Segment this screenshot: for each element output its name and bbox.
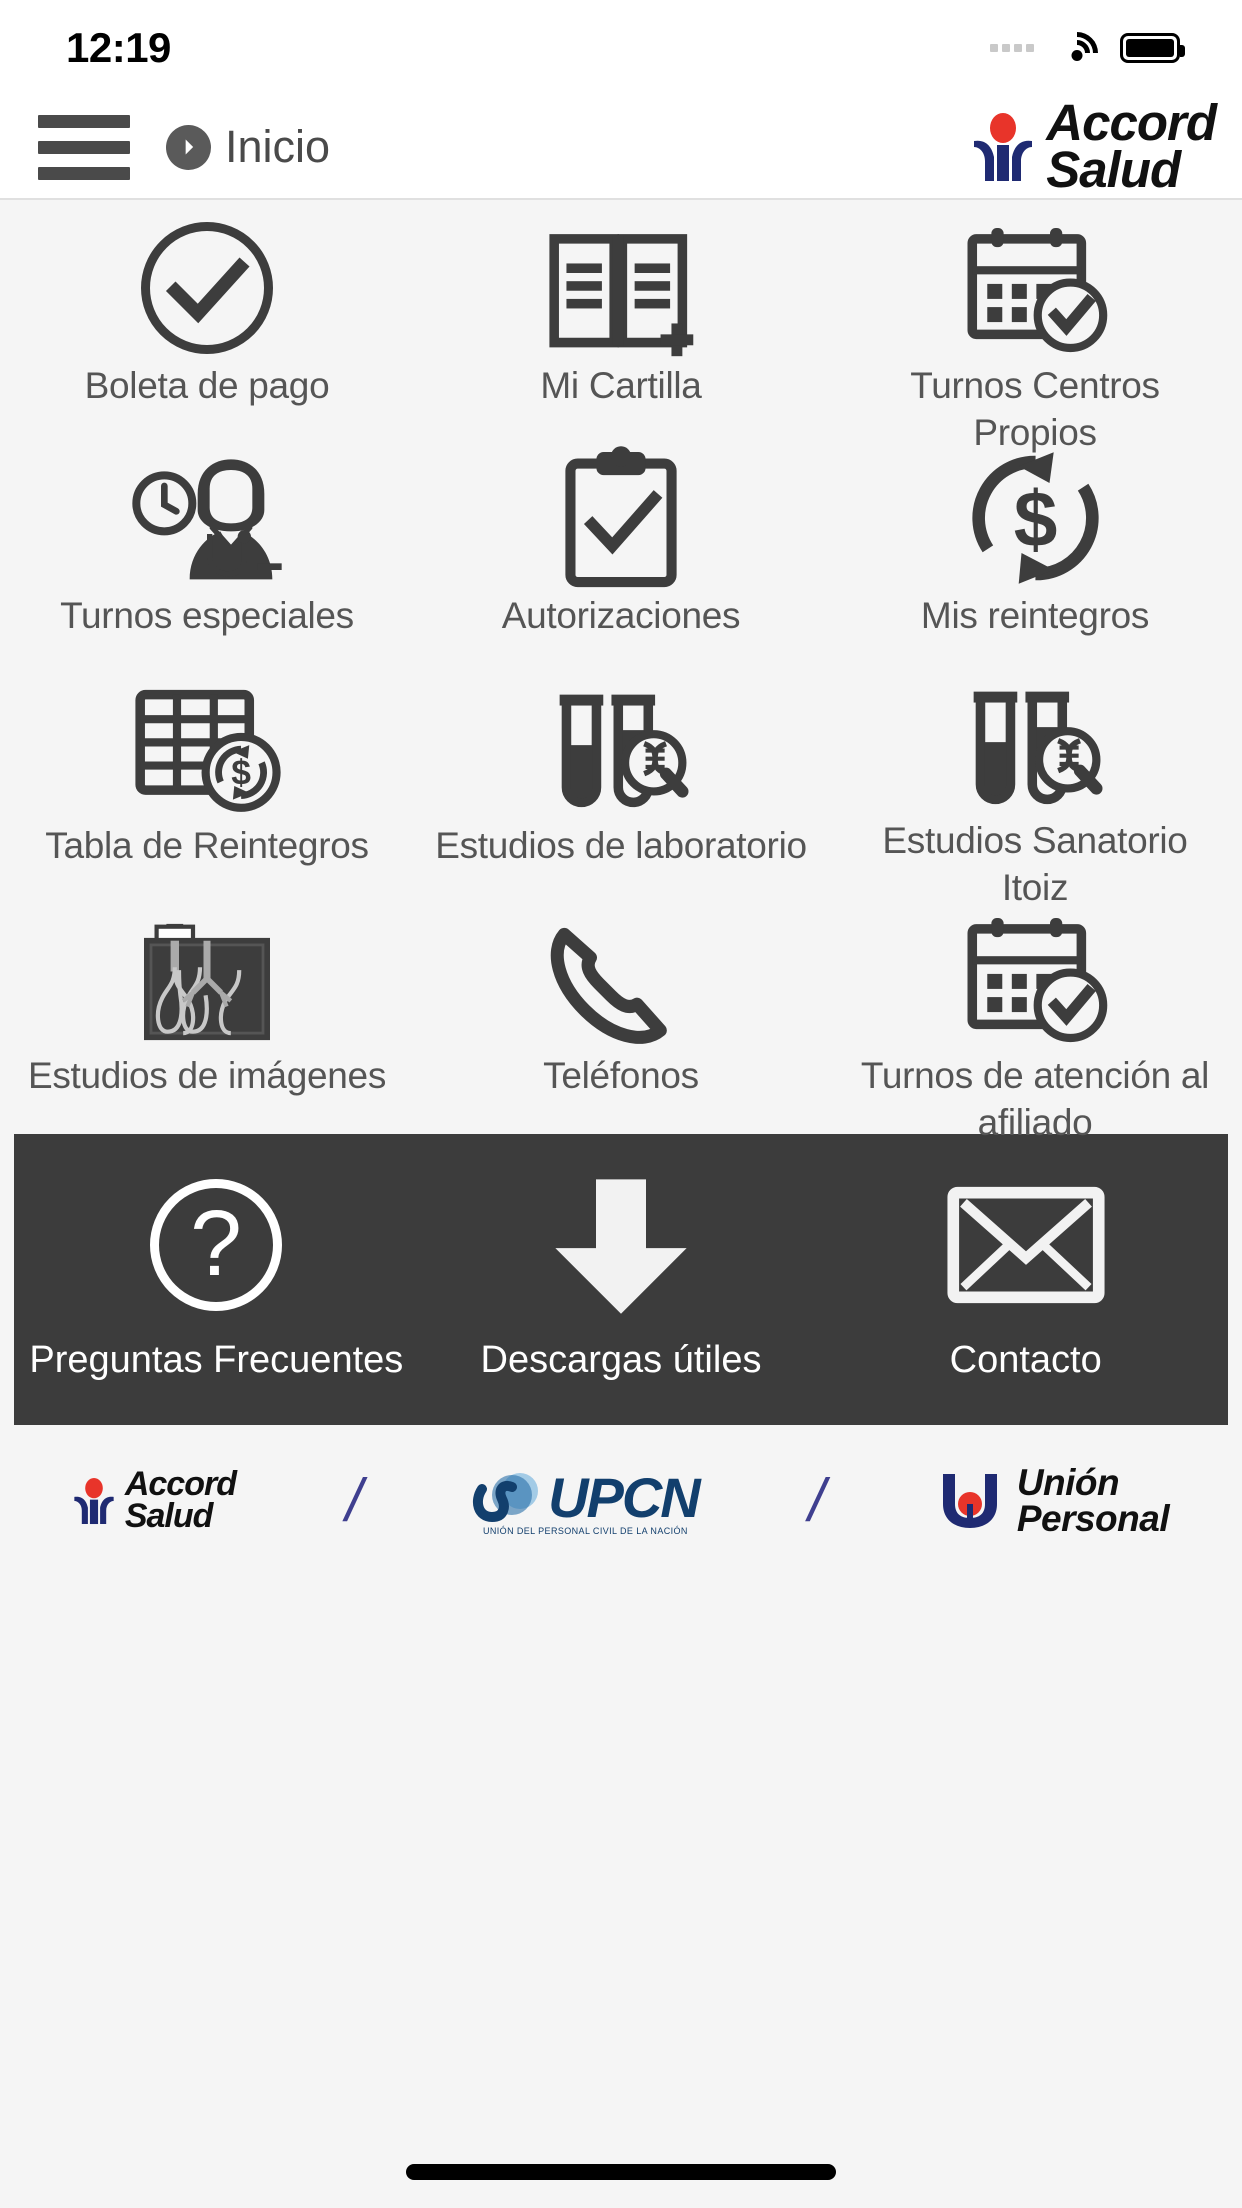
footer-accord-line-1: Accord (124, 1465, 237, 1504)
accord-salud-logo[interactable]: Accord Salud (73, 1465, 237, 1535)
menu-item-label: Turnos de atención al afiliado (860, 1055, 1210, 1144)
status-bar: 12:19 (0, 0, 1242, 96)
test-tubes-dna-icon (546, 678, 696, 818)
svg-text:$: $ (1013, 475, 1057, 563)
footer-accord-line-2: Salud (124, 1496, 214, 1535)
phone-handset-icon (541, 908, 701, 1048)
menu-item-preguntas-frecuentes[interactable]: ? Preguntas Frecuentes (14, 1170, 419, 1385)
menu-grid: Boleta de pago Mi Cartilla Turnos Centro… (0, 200, 1242, 1143)
upcn-swirl-icon (473, 1472, 539, 1522)
app-header: Inicio Accord Salud (0, 96, 1242, 200)
menu-item-descargas-utiles[interactable]: Descargas útiles (419, 1170, 824, 1385)
table-dollar-icon: $ (132, 678, 282, 818)
union-personal-wordmark: Unión Personal (1016, 1462, 1170, 1539)
menu-item-mis-reintegros[interactable]: $ Mis reintegros (828, 436, 1242, 666)
menu-item-estudios-de-laboratorio[interactable]: Estudios de laboratorio (414, 666, 828, 896)
calendar-check-icon (960, 908, 1110, 1048)
signal-dots-icon (990, 44, 1034, 52)
upcn-wordmark: UPCN (548, 1466, 701, 1530)
chevron-right-circle-icon (166, 124, 211, 170)
menu-item-estudios-sanatorio-itoiz[interactable]: Estudios Sanatorio Itoiz (828, 666, 1242, 908)
status-time: 12:19 (66, 24, 171, 71)
brand-wordmark: Accord Salud (124, 1465, 237, 1535)
menu-item-mi-cartilla[interactable]: Mi Cartilla (414, 206, 828, 436)
union-line-1: Unión (1016, 1462, 1120, 1504)
menu-item-contacto[interactable]: Contacto (823, 1170, 1228, 1385)
accord-salud-brand: Accord Salud (972, 94, 1217, 198)
status-indicators (990, 23, 1185, 83)
svg-text:?: ? (190, 1191, 242, 1295)
brand-line-1: Accord (1046, 94, 1217, 152)
menu-item-label: Turnos especiales (60, 595, 354, 636)
breadcrumb-label: Inicio (225, 121, 331, 172)
test-tubes-dna-icon (960, 678, 1110, 813)
menu-item-label: Mi Cartilla (540, 365, 702, 406)
union-line-2: Personal (1016, 1497, 1170, 1539)
logo-separator: / (345, 1467, 363, 1535)
dollar-refresh-icon: $ (963, 448, 1108, 588)
calendar-check-icon (960, 218, 1110, 358)
menu-row: $ Tabla de Reintegros Estudios de labora… (0, 666, 1242, 908)
brand-wordmark: Accord Salud (1046, 94, 1217, 198)
upcn-logo[interactable]: UPCN UNIÓN DEL PERSONAL CIVIL DE LA NACI… (472, 1465, 701, 1537)
breadcrumb[interactable]: Inicio (166, 121, 330, 173)
menu-item-label: Boleta de pago (84, 365, 330, 406)
menu-row: Boleta de pago Mi Cartilla Turnos Centro… (0, 206, 1242, 453)
hamburger-menu-icon[interactable] (38, 114, 130, 180)
upcn-mark-and-text: UPCN (472, 1465, 701, 1530)
logo-separator: / (808, 1467, 826, 1535)
menu-item-turnos-de-atencion-al-afiliado[interactable]: Turnos de atención al afiliado (828, 896, 1242, 1143)
menu-row: Turnos especiales Autorizaciones $ Mis r… (0, 436, 1242, 666)
menu-item-autorizaciones[interactable]: Autorizaciones (414, 436, 828, 666)
menu-item-label: Teléfonos (543, 1055, 699, 1096)
envelope-icon (946, 1170, 1106, 1320)
menu-item-label: Contacto (949, 1339, 1102, 1381)
menu-item-estudios-de-imagenes[interactable]: Estudios de imágenes (0, 896, 414, 1126)
menu-item-boleta-de-pago[interactable]: Boleta de pago (0, 206, 414, 436)
menu-item-label: Estudios de imágenes (27, 1055, 387, 1096)
accord-person-logo-icon (73, 1476, 115, 1526)
check-circle-icon (132, 218, 282, 358)
union-personal-logo[interactable]: Unión Personal (935, 1462, 1170, 1539)
partner-logos-footer: Accord Salud / UPCN UNIÓN DEL PERSONAL C… (0, 1424, 1242, 1577)
app-root: 12:19 Inicio Accord Salud Boleta de pago… (0, 0, 1242, 2208)
battery-full-icon (1120, 33, 1185, 63)
union-personal-u-icon (942, 1473, 997, 1528)
menu-item-telefonos[interactable]: Teléfonos (414, 896, 828, 1126)
menu-item-label: Descargas útiles (480, 1339, 762, 1381)
download-arrow-icon (541, 1170, 701, 1320)
menu-item-label: Mis reintegros (920, 595, 1150, 636)
menu-item-turnos-centros-propios[interactable]: Turnos Centros Propios (828, 206, 1242, 453)
menu-item-label: Tabla de Reintegros (45, 825, 369, 866)
open-book-plus-icon (546, 218, 696, 358)
menu-item-tabla-de-reintegros[interactable]: $ Tabla de Reintegros (0, 666, 414, 896)
brand-line-2: Salud (1046, 141, 1181, 198)
menu-item-turnos-especiales[interactable]: Turnos especiales (0, 436, 414, 666)
accord-person-logo-icon (972, 111, 1034, 183)
question-circle-icon: ? (141, 1170, 291, 1320)
clipboard-check-icon (556, 445, 686, 588)
menu-item-label: Autorizaciones (501, 595, 741, 636)
xray-lungs-icon (137, 908, 277, 1048)
home-indicator-bar[interactable] (406, 2164, 836, 2180)
doctor-clock-icon (127, 448, 287, 588)
menu-item-label: Preguntas Frecuentes (29, 1339, 404, 1381)
secondary-actions-panel: ? Preguntas Frecuentes Descargas útiles (14, 1134, 1228, 1425)
svg-text:$: $ (231, 752, 251, 792)
menu-item-label: Estudios de laboratorio (435, 825, 807, 866)
wifi-icon (1047, 23, 1107, 83)
menu-row: Estudios de imágenes Teléfonos Turnos de… (0, 896, 1242, 1143)
upcn-subtitle: UNIÓN DEL PERSONAL CIVIL DE LA NACIÓN (482, 1526, 688, 1537)
